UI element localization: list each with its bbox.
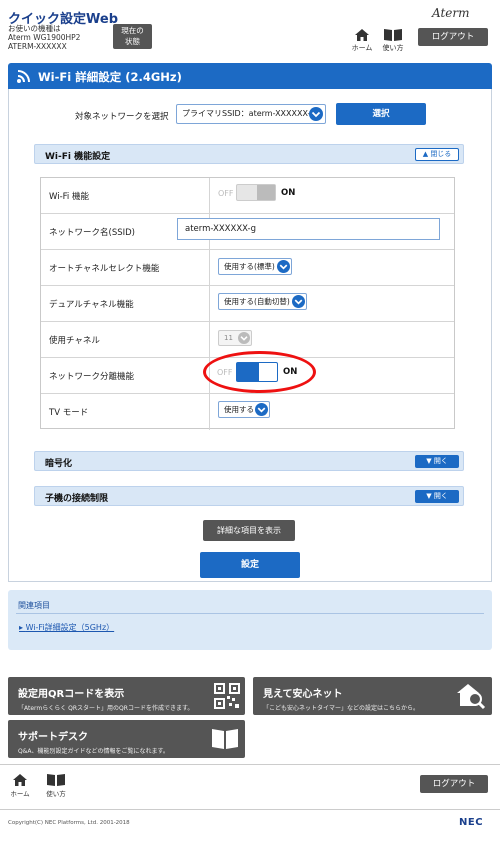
mieru-anshin-card[interactable]: 見えて安心ネット 「こども安心ネットタイマー」などの設定はこちらから。 xyxy=(253,677,492,715)
tv-mode-label: TV モード xyxy=(49,408,89,418)
apply-button[interactable]: 設定 xyxy=(200,552,300,578)
chevron-down-icon xyxy=(238,332,250,344)
chevron-down-icon xyxy=(277,260,290,273)
logout-button[interactable]: ログアウト xyxy=(418,28,488,46)
qr-code-icon xyxy=(214,683,240,709)
support-desk-card[interactable]: サポートデスク Q&A、機能別設定ガイドなどの情報をご覧になれます。 xyxy=(8,720,245,758)
encryption-title: 暗号化 xyxy=(45,459,73,469)
wifi-settings-title: Wi-Fi 機能設定 xyxy=(45,152,111,162)
expand-button[interactable]: ▼ 開く xyxy=(415,455,459,468)
related-link-5ghz[interactable]: ▸ Wi-Fi詳細設定（5GHz） xyxy=(19,622,114,633)
chevron-down-icon: ▼ xyxy=(426,457,432,465)
footer-logout-button[interactable]: ログアウト xyxy=(420,775,488,793)
toggle-knob xyxy=(257,185,275,200)
auto-channel-label: オートチャネルセレクト機能 xyxy=(49,264,160,274)
divider xyxy=(16,613,484,614)
qr-code-card[interactable]: 設定用QRコードを表示 「Atermらくらく QRスタート」用のQRコードを作成… xyxy=(8,677,245,715)
aterm-logo: Aterm xyxy=(432,6,470,20)
book-icon xyxy=(212,729,238,749)
channel-label: 使用チャネル xyxy=(49,336,100,346)
chevron-up-icon: ▲ xyxy=(422,150,429,158)
nec-logo: NEC xyxy=(459,817,484,828)
chevron-down-icon: ▼ xyxy=(426,492,432,500)
related-link-label: Wi-Fi詳細設定（5GHz） xyxy=(25,623,115,632)
card-desc: 「Atermらくらく QRスタート」用のQRコードを作成できます。 xyxy=(18,705,194,712)
card-title: 見えて安心ネット xyxy=(263,689,343,700)
expand-label: 開く xyxy=(433,492,448,500)
auto-channel-value: 使用する(標準) xyxy=(224,262,275,271)
help-nav[interactable]: 使い方 xyxy=(381,28,405,53)
dual-channel-select[interactable]: 使用する(自動切替) xyxy=(218,293,307,310)
network-isolation-label: ネットワーク分離機能 xyxy=(49,372,135,382)
footer-home-nav[interactable]: ホーム xyxy=(8,773,32,798)
chevron-down-icon xyxy=(309,107,323,121)
home-label: ホーム xyxy=(10,790,30,798)
ssid-value: aterm-XXXXXX-g xyxy=(185,224,257,234)
wifi-icon xyxy=(17,70,30,83)
chevron-down-icon xyxy=(255,403,268,416)
target-network-label: 対象ネットワークを選択 xyxy=(75,112,169,122)
related-title: 関連項目 xyxy=(18,601,50,610)
dual-channel-value: 使用する(自動切替) xyxy=(224,297,290,306)
book-icon xyxy=(47,774,65,786)
home-icon xyxy=(13,774,27,786)
wifi-settings-header: Wi-Fi 機能設定 ▲ 閉じる xyxy=(34,144,464,164)
model-info: お使いの機種は Aterm WG1900HP2 ATERM-XXXXXX xyxy=(8,24,81,51)
header: クイック設定Web お使いの機種は Aterm WG1900HP2 ATERM-… xyxy=(0,0,500,60)
tv-mode-select[interactable]: 使用する xyxy=(218,401,270,418)
ssid-label: ネットワーク名(SSID) xyxy=(49,228,135,238)
show-details-button[interactable]: 詳細な項目を表示 xyxy=(203,520,295,541)
channel-value: 11 xyxy=(224,334,233,342)
network-select[interactable]: プライマリSSID：aterm-XXXXXX-g xyxy=(176,104,326,124)
client-limit-title: 子機の接続制限 xyxy=(45,494,109,504)
toggle-on-text: ON xyxy=(281,188,296,198)
ssid-field[interactable]: aterm-XXXXXX-g xyxy=(177,218,440,240)
copyright: Copyright(C) NEC Platforms, Ltd. 2001-20… xyxy=(8,820,130,826)
footer-help-nav[interactable]: 使い方 xyxy=(44,773,68,798)
card-desc: Q&A、機能別設定ガイドなどの情報をご覧になれます。 xyxy=(18,748,169,755)
help-label: 使い方 xyxy=(46,790,66,798)
card-title: サポートデスク xyxy=(18,732,88,743)
network-select-value: プライマリSSID：aterm-XXXXXX-g xyxy=(182,109,316,118)
highlight-circle xyxy=(203,351,316,393)
collapse-button[interactable]: ▲ 閉じる xyxy=(415,148,459,161)
expand-button[interactable]: ▼ 開く xyxy=(415,490,459,503)
home-search-icon xyxy=(457,684,486,710)
auto-channel-select[interactable]: 使用する(標準) xyxy=(218,258,292,275)
related-items-box: 関連項目 ▸ Wi-Fi詳細設定（5GHz） xyxy=(8,590,492,650)
book-icon xyxy=(384,29,402,41)
toggle-track xyxy=(236,184,276,201)
wifi-function-label: Wi-Fi 機能 xyxy=(49,192,89,202)
select-network-button[interactable]: 選択 xyxy=(336,103,426,125)
card-desc: 「こども安心ネットタイマー」などの設定はこちらから。 xyxy=(263,705,420,712)
help-label: 使い方 xyxy=(382,44,404,52)
channel-select[interactable]: 11 xyxy=(218,330,252,346)
tv-mode-value: 使用する xyxy=(224,405,254,414)
collapse-label: 閉じる xyxy=(430,150,452,158)
card-title: 設定用QRコードを表示 xyxy=(18,689,125,700)
section-title-bar: Wi-Fi 詳細設定 (2.4GHz) xyxy=(8,63,492,89)
encryption-header[interactable]: 暗号化 ▼ 開く xyxy=(34,451,464,471)
dual-channel-label: デュアルチャネル機能 xyxy=(49,300,134,310)
client-limit-header[interactable]: 子機の接続制限 ▼ 開く xyxy=(34,486,464,506)
home-icon xyxy=(355,29,369,41)
home-nav[interactable]: ホーム xyxy=(350,28,374,53)
footer-divider xyxy=(0,809,500,810)
current-status-button[interactable]: 現在の 状態 xyxy=(113,24,152,49)
expand-label: 開く xyxy=(433,457,448,465)
footer-divider xyxy=(0,764,500,765)
section-title: Wi-Fi 詳細設定 (2.4GHz) xyxy=(38,70,182,84)
toggle-off-text: OFF xyxy=(218,189,234,198)
home-label: ホーム xyxy=(351,44,373,52)
chevron-down-icon xyxy=(292,295,305,308)
